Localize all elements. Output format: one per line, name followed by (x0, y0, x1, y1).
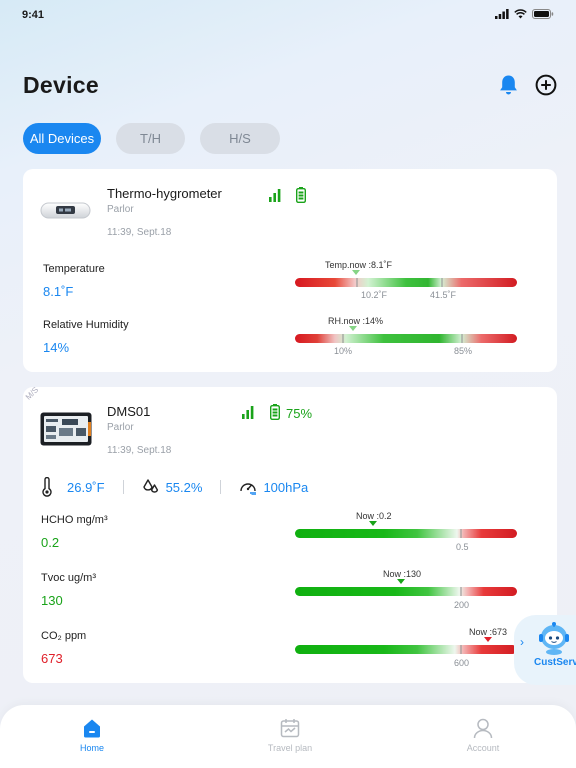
tab-account[interactable]: Account (438, 717, 528, 753)
humidity-reading: 55.2% (165, 479, 203, 495)
cellular-signal-icon (495, 9, 509, 19)
temperature-max-label: 41.5˚F (430, 290, 457, 300)
metric-value-hcho: 0.2 (41, 535, 60, 550)
tab-account-label: Account (466, 743, 500, 753)
temperature-range-bar (295, 278, 517, 287)
tvoc-limit-tick (460, 587, 462, 596)
tab-hs[interactable]: H/S (200, 123, 280, 154)
status-icons (495, 9, 554, 19)
co2-limit-label: 600 (454, 658, 470, 668)
device-card-dms01[interactable]: M/S DMS01 Parlor 11:39, Sept.18 75% 26.9… (23, 387, 557, 683)
metric-label-temperature: Temperature (43, 263, 105, 275)
metric-value-humidity: 14% (43, 340, 70, 355)
hcho-range-bar (295, 529, 517, 538)
temperature-reading: 26.9˚F (67, 479, 105, 495)
tab-travel-plan-label: Travel plan (267, 743, 313, 753)
battery-percentage: 75% (286, 406, 313, 421)
tvoc-pointer (397, 579, 405, 584)
hcho-pointer (369, 521, 377, 526)
device-type-tag: M/S (23, 387, 41, 402)
battery-icon (532, 9, 554, 19)
dms01-device-image (40, 412, 92, 446)
tab-all-devices[interactable]: All Devices (23, 123, 101, 154)
device-filter-tabs: All Devices T/H H/S (23, 123, 280, 154)
device-card-thermo-hygrometer[interactable]: Thermo-hygrometer Parlor 11:39, Sept.18 … (23, 169, 557, 372)
customer-service-button[interactable]: › CustServ (514, 615, 576, 685)
home-icon (84, 719, 100, 738)
pressure-reading: 100hPa (263, 479, 309, 495)
device-update-time: 11:39, Sept.18 (107, 227, 172, 238)
wifi-icon (514, 9, 527, 19)
hcho-limit-tick (460, 529, 462, 538)
divider (220, 480, 222, 494)
tvoc-range-bar (295, 587, 517, 596)
thermo-hygrometer-device-image (40, 202, 91, 219)
hcho-now-label: Now :0.2 (356, 511, 392, 521)
metric-label-co2: CO₂ ppm (41, 630, 87, 642)
page-title: Device (23, 72, 99, 98)
signal-strength-icon (269, 189, 281, 202)
tab-travel-plan[interactable]: Travel plan (245, 717, 335, 753)
divider (122, 480, 124, 494)
tvoc-limit-label: 200 (454, 600, 470, 610)
tvoc-now-label: Now :130 (383, 569, 422, 579)
tab-home[interactable]: Home (47, 717, 137, 753)
humidity-pointer (349, 326, 357, 331)
temperature-min-label: 10.2˚F (361, 290, 388, 300)
device-location: Parlor (107, 204, 134, 215)
environment-readings: 26.9˚F 55.2% 100hPa (41, 477, 308, 497)
device-name: DMS01 (107, 404, 151, 419)
temperature-pointer (352, 270, 360, 275)
metric-label-hcho: HCHO mg/m³ (41, 514, 108, 526)
humidity-min-label: 10% (334, 346, 353, 356)
status-bar: 9:41 (0, 0, 576, 30)
hcho-limit-label: 0.5 (456, 542, 469, 552)
co2-range-bar (295, 645, 517, 654)
humidity-range-bar (295, 334, 517, 343)
co2-pointer (484, 637, 492, 642)
device-name: Thermo-hygrometer (107, 186, 222, 201)
user-icon (473, 718, 493, 739)
co2-limit-tick (460, 645, 462, 654)
device-update-time: 11:39, Sept.18 (107, 445, 172, 456)
metric-label-humidity: Relative Humidity (43, 319, 129, 331)
customer-service-label: CustServ (534, 657, 576, 668)
tab-th[interactable]: T/H (116, 123, 185, 154)
metric-value-tvoc: 130 (41, 593, 63, 608)
temperature-max-tick (441, 278, 443, 287)
robot-assistant-icon (539, 622, 569, 655)
calendar-plan-icon (280, 719, 300, 738)
device-location: Parlor (107, 422, 134, 433)
metric-value-temperature: 8.1˚F (43, 284, 74, 299)
metric-label-tvoc: Tvoc ug/m³ (41, 572, 97, 584)
thermometer-icon (42, 477, 52, 497)
bottom-tab-bar: Home Travel plan Account (0, 705, 576, 768)
temperature-min-tick (356, 278, 358, 287)
humidity-max-label: 85% (454, 346, 473, 356)
battery-level-icon (270, 404, 280, 420)
humidity-min-tick (342, 334, 344, 343)
temperature-now-label: Temp.now :8.1˚F (325, 260, 393, 270)
battery-level-icon (296, 187, 306, 203)
add-device-icon[interactable] (535, 74, 557, 96)
co2-now-label: Now :673 (469, 627, 508, 637)
humidity-max-tick (461, 334, 463, 343)
humidity-drops-icon (142, 479, 158, 493)
bell-icon[interactable] (498, 74, 519, 96)
tab-home-label: Home (79, 743, 104, 753)
status-time: 9:41 (22, 9, 45, 21)
chevron-right-icon: › (520, 635, 524, 649)
humidity-now-label: RH.now :14% (328, 316, 384, 326)
signal-strength-icon (242, 406, 254, 419)
metric-value-co2: 673 (41, 651, 63, 666)
pressure-gauge-icon (240, 483, 257, 495)
